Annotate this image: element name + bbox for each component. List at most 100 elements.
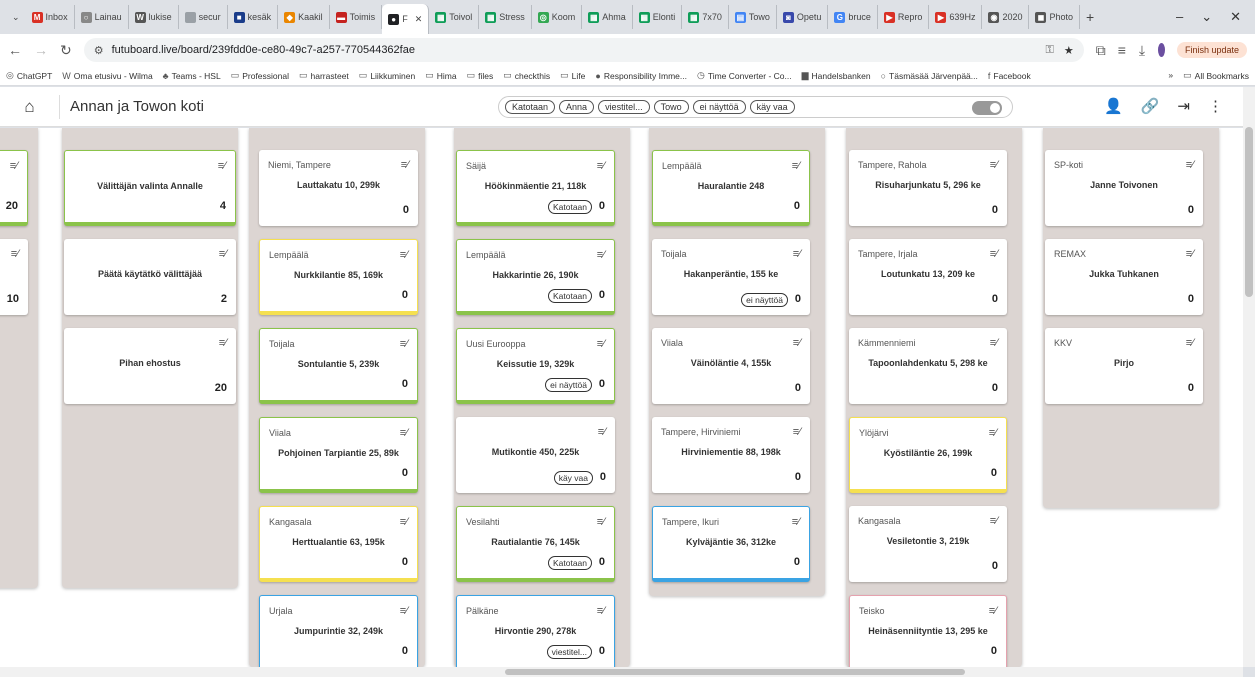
exit-icon[interactable]: ⇥ [1177, 97, 1190, 115]
horizontal-scrollbar[interactable] [0, 667, 1243, 677]
edit-card-icon[interactable]: ≡⁄ [598, 426, 606, 438]
bookmark-item[interactable]: ▭ files [467, 70, 494, 81]
browser-tab[interactable]: ▦ Elonti [633, 5, 683, 29]
browser-tab[interactable]: ◉ 2020 [982, 5, 1030, 29]
edit-card-icon[interactable]: ≡⁄ [792, 516, 800, 528]
task-card[interactable]: Uusi Eurooppa ≡⁄ Keissutie 19, 329k ei näyt… [456, 328, 615, 404]
edit-card-icon[interactable]: ≡⁄ [400, 338, 408, 350]
browser-tab[interactable]: ▬ Toimis [330, 5, 383, 29]
browser-tab[interactable]: ◆ Kaakil [278, 5, 330, 29]
browser-tab[interactable]: ● F ✕ [382, 4, 430, 34]
edit-card-icon[interactable]: ≡⁄ [597, 338, 605, 350]
task-card[interactable]: Urjala ≡⁄ Jumpurintie 32, 249k 0 [259, 595, 418, 667]
vertical-scrollbar[interactable] [1243, 87, 1255, 667]
browser-tab[interactable]: ◙ Opetu [777, 5, 829, 29]
task-card[interactable]: Vesilahti ≡⁄ Rautialantie 76, 145k Katotaan… [456, 506, 615, 582]
filter-bar[interactable]: Katotaan Anna viestitel... Towo ei näyttöä kä… [498, 96, 1013, 118]
task-card[interactable]: Viiala ≡⁄ Pohjoinen Tarpiantie 25, 89k 0 [259, 417, 418, 493]
edit-card-icon[interactable]: ≡⁄ [218, 160, 226, 172]
task-card[interactable]: Tampere, Hirviniemi ≡⁄ Hirviniementie 88, … [652, 417, 810, 493]
browser-tab[interactable]: ▤ Towo [729, 5, 777, 29]
edit-card-icon[interactable]: ≡⁄ [400, 605, 408, 617]
browser-tab[interactable]: ▶ Repro [878, 5, 930, 29]
filter-chip[interactable]: käy vaa [749, 100, 795, 114]
forward-icon[interactable]: → [34, 42, 48, 58]
task-card[interactable]: Säijä ≡⁄ Höökinmäentie 21, 118k Katotaan 0 [456, 150, 615, 226]
task-card[interactable]: Lempäälä ≡⁄ Nurkkilantie 85, 169k 0 [259, 239, 418, 315]
task-card[interactable]: Kangasala ≡⁄ Herttualantie 63, 195k 0 [259, 506, 418, 582]
browser-tab[interactable]: Gbruce [828, 5, 878, 29]
edit-card-icon[interactable]: ≡⁄ [792, 160, 800, 172]
minimize-icon[interactable]: – [1176, 9, 1183, 25]
task-card[interactable]: ≡⁄ Päätä käytätkö välittäjää 2 [64, 239, 236, 315]
finish-update-button[interactable]: Finish update [1176, 42, 1247, 58]
task-card[interactable]: Tampere, Ikuri ≡⁄ Kylväjäntie 36, 312ke 0 [652, 506, 810, 582]
filter-chip[interactable]: Anna [559, 100, 595, 114]
bookmark-item[interactable]: ◷ Time Converter - Co... [697, 70, 792, 81]
close-tab-icon[interactable]: ✕ [415, 14, 423, 25]
edit-card-icon[interactable]: ≡⁄ [990, 337, 998, 349]
task-card[interactable]: Lempäälä ≡⁄ Hauralantie 248 0 [652, 150, 810, 226]
edit-card-icon[interactable]: ≡⁄ [793, 426, 801, 438]
edit-card-icon[interactable]: ≡⁄ [990, 248, 998, 260]
task-card[interactable]: ≡⁄ Mutikontie 450, 225k käy vaa 0 [456, 417, 615, 493]
edit-card-icon[interactable]: ≡⁄ [989, 427, 997, 439]
all-bookmarks-button[interactable]: ▭ All Bookmarks [1183, 70, 1249, 81]
bookmark-item[interactable]: W Oma etusivu - Wilma [62, 70, 152, 81]
edit-card-icon[interactable]: ≡⁄ [597, 160, 605, 172]
browser-tab[interactable]: secur [179, 5, 228, 29]
reading-list-icon[interactable]: ≡ [1118, 42, 1126, 58]
edit-card-icon[interactable]: ≡⁄ [597, 249, 605, 261]
link-icon[interactable]: 🔗 [1141, 97, 1160, 115]
task-card[interactable]: Pälkäne ≡⁄ Hirvontie 290, 278k viestitel...… [456, 595, 615, 667]
filter-chip[interactable]: ei näyttöä [692, 100, 746, 114]
edit-card-icon[interactable]: ≡⁄ [1186, 248, 1194, 260]
site-info-icon[interactable]: ⚙ [94, 44, 104, 57]
home-icon[interactable]: ⌂ [0, 94, 60, 119]
bookmark-item[interactable]: ▭ checkthis [503, 70, 550, 81]
browser-tab[interactable]: M Inbox [26, 5, 75, 29]
task-card[interactable]: Kämmenniemi ≡⁄ Tapoonlahdenkatu 5, 298 ke 0 [849, 328, 1007, 404]
edit-card-icon[interactable]: ≡⁄ [401, 159, 409, 171]
browser-tab[interactable]: ▦ 7x70 [682, 5, 729, 29]
task-card[interactable]: Viiala ≡⁄ Väinöläntie 4, 155k 0 [652, 328, 810, 404]
filter-chip[interactable]: viestitel... [598, 100, 650, 114]
edit-card-icon[interactable]: ≡⁄ [1186, 337, 1194, 349]
task-card[interactable]: Niemi, Tampere ≡⁄ Lauttakatu 10, 299k 0 [259, 150, 418, 226]
edit-card-icon[interactable]: ≡⁄ [400, 427, 408, 439]
task-card[interactable]: REMAX ≡⁄ Jukka Tuhkanen 0 [1045, 239, 1203, 315]
edit-card-icon[interactable]: ≡⁄ [597, 605, 605, 617]
restore-icon[interactable]: ⌄ [1201, 9, 1212, 25]
new-tab-button[interactable]: + [1080, 5, 1100, 29]
bookmark-item[interactable]: ▭ Life [560, 70, 585, 81]
filter-toggle[interactable] [972, 101, 1002, 115]
bookmark-item[interactable]: ▭ Liikkuminen [359, 70, 415, 81]
bookmark-item[interactable]: ● Responsibility Imme... [595, 70, 687, 81]
task-card[interactable]: Toijala ≡⁄ Sontulantie 5, 239k 0 [259, 328, 418, 404]
task-card[interactable]: Kangasala ≡⁄ Vesiletontie 3, 219k 0 [849, 506, 1007, 582]
edit-card-icon[interactable]: ≡⁄ [10, 160, 18, 172]
more-menu-icon[interactable]: ⋮ [1208, 97, 1223, 115]
bookmark-item[interactable]: ▆ Handelsbanken [802, 70, 871, 81]
avatar[interactable] [1157, 43, 1165, 57]
bookmark-item[interactable]: ▭ Professional [231, 70, 289, 81]
task-card[interactable]: Tampere, Rahola ≡⁄ Risuharjunkatu 5, 296 k… [849, 150, 1007, 226]
browser-tab[interactable]: ▦ Stress [479, 5, 532, 29]
edit-card-icon[interactable]: ≡⁄ [400, 516, 408, 528]
browser-tab[interactable]: ◼ Photo [1029, 5, 1080, 29]
back-icon[interactable]: ← [8, 42, 22, 58]
task-card[interactable]: ≡⁄ 20 [0, 150, 28, 226]
filter-chip[interactable]: Towo [653, 100, 689, 114]
edit-card-icon[interactable]: ≡⁄ [219, 337, 227, 349]
bookmark-item[interactable]: ▭ Hima [425, 70, 456, 81]
browser-tab[interactable]: ▦ Ahma [582, 5, 633, 29]
edit-card-icon[interactable]: ≡⁄ [11, 248, 19, 260]
edit-card-icon[interactable]: ≡⁄ [793, 248, 801, 260]
task-card[interactable]: ≡⁄ Välittäjän valinta Annalle 4 [64, 150, 236, 226]
edit-card-icon[interactable]: ≡⁄ [597, 516, 605, 528]
task-card[interactable]: ≡⁄ 10 [0, 239, 28, 315]
task-card[interactable]: Ylöjärvi ≡⁄ Kyöstiläntie 26, 199k 0 [849, 417, 1007, 493]
task-card[interactable]: Lempäälä ≡⁄ Hakkarintie 26, 190k Katotaan 0 [456, 239, 615, 315]
edit-card-icon[interactable]: ≡⁄ [793, 337, 801, 349]
task-card[interactable]: Toijala ≡⁄ Hakanperäntie, 155 ke ei näyttöä… [652, 239, 810, 315]
